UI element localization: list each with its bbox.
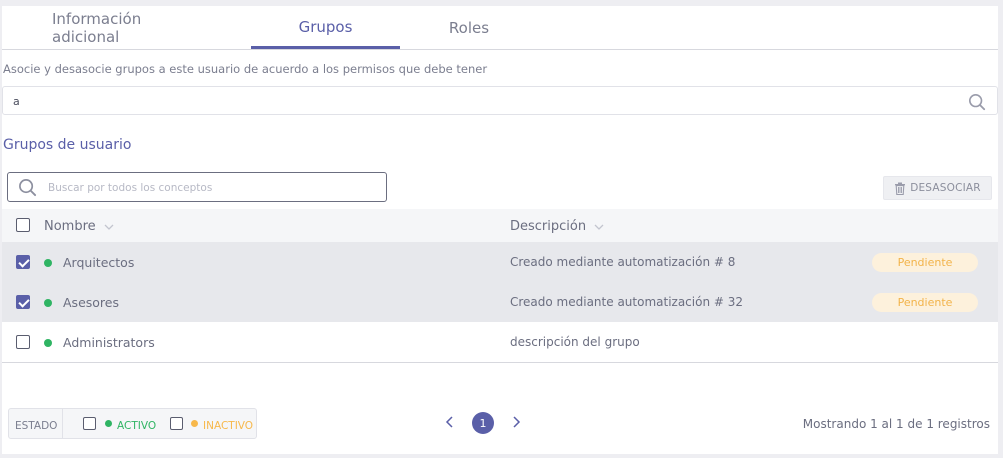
user-groups-card: Información adicional Grupos Roles Asoci… <box>2 6 998 454</box>
inactivo-filter-label[interactable]: INACTIVO <box>203 420 253 432</box>
tab-bar: Información adicional Grupos Roles <box>2 6 998 50</box>
search-placeholder: Buscar por todos los conceptos <box>48 182 213 194</box>
row-checkbox[interactable] <box>16 335 30 349</box>
table-row[interactable]: Arquitectos Creado mediante automatizaci… <box>2 242 998 282</box>
chevron-right-icon[interactable] <box>511 415 521 429</box>
status-dot-active <box>44 299 52 307</box>
section-title-grupos-de-usuario: Grupos de usuario <box>3 137 132 153</box>
status-dot-active <box>44 259 52 267</box>
tab-informacion-adicional[interactable]: Información adicional <box>52 6 202 49</box>
group-name: Administrators <box>63 335 155 350</box>
search-icon[interactable] <box>968 93 986 111</box>
tab-roles[interactable]: Roles <box>395 6 543 49</box>
select-all-checkbox[interactable] <box>16 218 30 232</box>
status-dot-active <box>105 420 112 427</box>
chevron-down-icon <box>594 224 604 230</box>
page-button-current[interactable]: 1 <box>472 412 494 434</box>
status-dot-active <box>44 339 52 347</box>
row-checkbox[interactable] <box>16 295 30 309</box>
trash-icon <box>895 182 906 195</box>
row-checkbox[interactable] <box>16 255 30 269</box>
table-row[interactable]: Asesores Creado mediante automatización … <box>2 282 998 322</box>
group-name: Arquitectos <box>63 255 135 270</box>
column-header-nombre-label: Nombre <box>44 219 96 234</box>
status-badge: Pendiente <box>872 293 978 312</box>
filter-input-value: a <box>13 95 20 108</box>
desasociar-button[interactable]: DESASOCIAR <box>883 176 992 200</box>
chevron-left-icon[interactable] <box>445 415 455 429</box>
group-description: Creado mediante automatización # 32 <box>510 295 744 309</box>
group-filter-input[interactable]: a <box>2 86 998 115</box>
table-header: Nombre Descripción <box>2 209 998 242</box>
pagination-summary: Mostrando 1 al 1 de 1 registros <box>802 417 990 431</box>
search-input[interactable]: Buscar por todos los conceptos <box>7 172 387 202</box>
status-badge: Pendiente <box>872 253 978 272</box>
status-dot-inactive <box>191 420 198 427</box>
divider <box>62 409 63 438</box>
status-filter: ESTADO ACTIVO INACTIVO <box>8 408 257 439</box>
search-icon <box>19 179 37 197</box>
status-filter-label: ESTADO <box>15 420 58 432</box>
chevron-down-icon <box>104 224 114 230</box>
group-description: Creado mediante automatización # 8 <box>510 255 736 269</box>
section-description: Asocie y desasocie grupos a este usuario… <box>3 62 488 76</box>
group-description: descripción del grupo <box>510 335 640 349</box>
desasociar-label: DESASOCIAR <box>910 182 981 194</box>
column-header-nombre[interactable]: Nombre <box>44 219 114 234</box>
column-header-descripcion-label: Descripción <box>510 219 587 234</box>
activo-filter-checkbox[interactable] <box>83 417 96 430</box>
inactivo-filter-checkbox[interactable] <box>170 417 183 430</box>
column-header-descripcion[interactable]: Descripción <box>510 219 604 234</box>
tab-grupos[interactable]: Grupos <box>251 6 400 49</box>
activo-filter-label[interactable]: ACTIVO <box>117 420 156 432</box>
table-row[interactable]: Administrators descripción del grupo <box>2 322 998 363</box>
group-name: Asesores <box>63 295 119 310</box>
